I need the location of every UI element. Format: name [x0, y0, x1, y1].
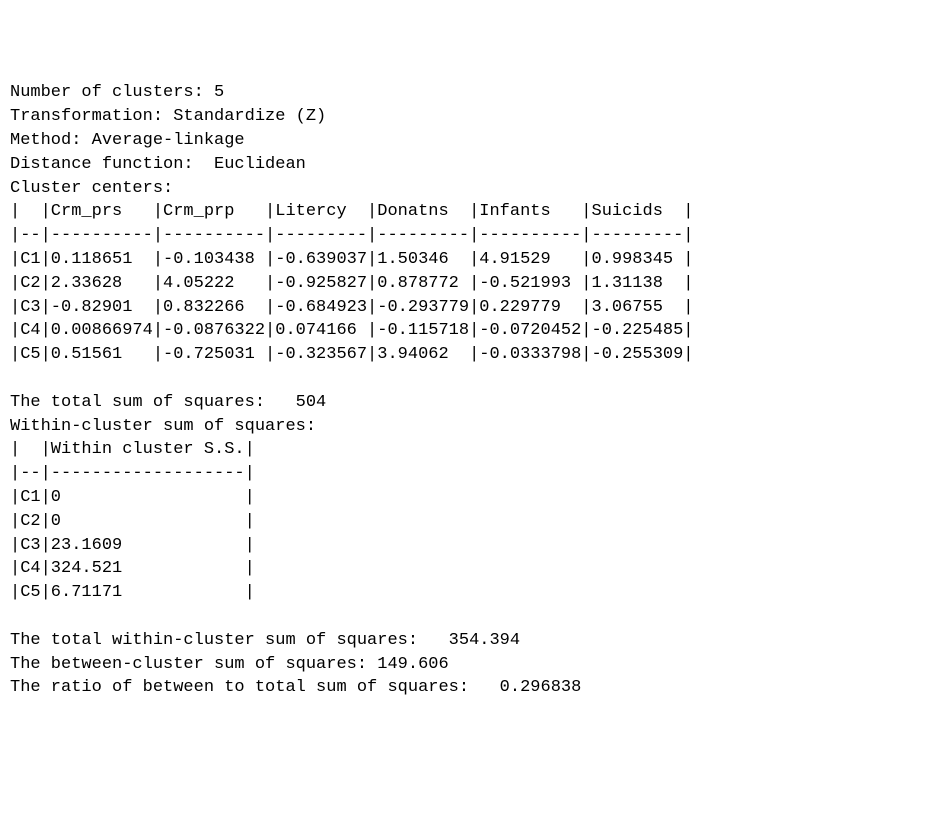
cluster-output-text: Number of clusters: 5 Transformation: St… [10, 81, 938, 700]
